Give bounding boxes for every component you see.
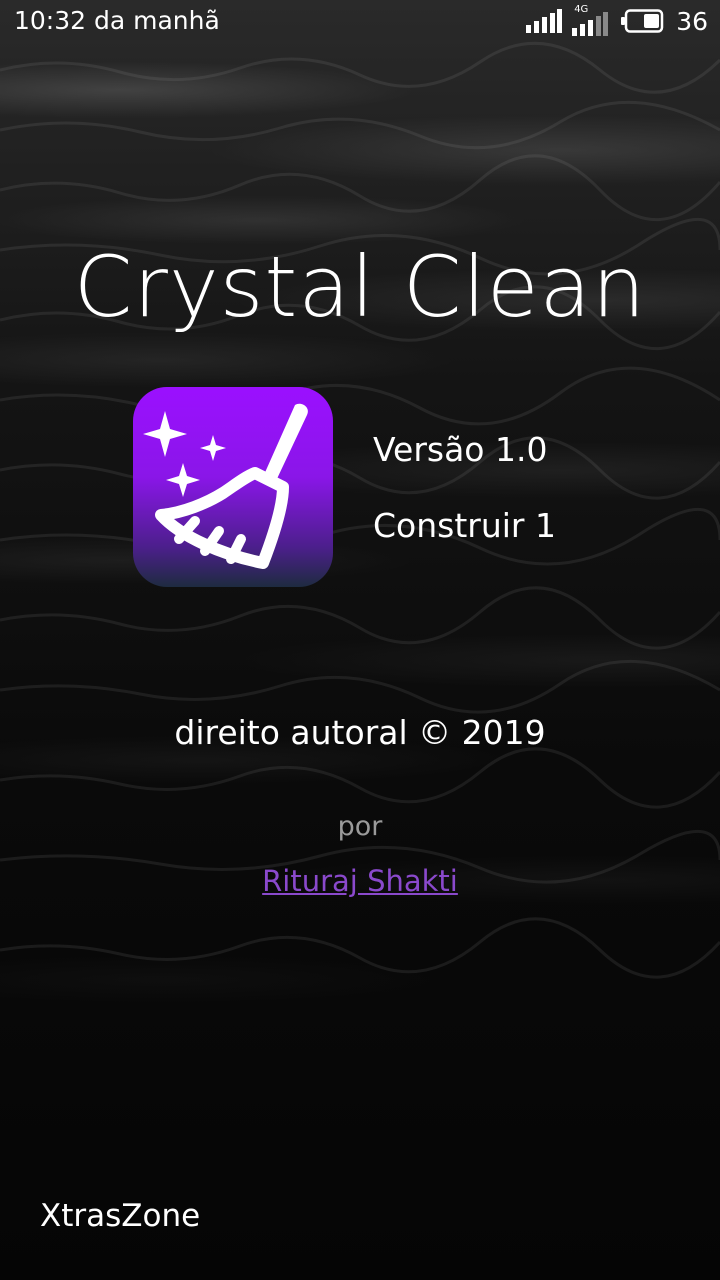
app-title: Crystal Clean (73, 238, 647, 336)
about-screen: 10:32 da manhã 4G 36 Crystal Clean Versã… (0, 0, 720, 1280)
signal-4g-icon: 4G (572, 4, 610, 36)
battery-icon (621, 9, 664, 33)
copyright-text: direito autoral © 2019 (174, 713, 546, 752)
status-bar: 10:32 da manhã 4G 36 (0, 0, 720, 46)
author-container: Rituraj Shakti (0, 864, 720, 898)
footer-brand: XtrasZone (40, 1198, 201, 1234)
broom-sparkle-icon (133, 387, 333, 587)
build-label: Construir 1 (373, 506, 556, 545)
status-icons: 4G 36 (526, 4, 708, 36)
by-label: por (337, 811, 383, 842)
version-label: Versão 1.0 (373, 430, 548, 469)
water-texture-background (0, 41, 720, 979)
status-time: 10:32 da manhã (14, 6, 220, 35)
battery-level: 36 (676, 6, 708, 36)
signal-icon (526, 9, 563, 33)
author-link[interactable]: Rituraj Shakti (262, 864, 458, 898)
